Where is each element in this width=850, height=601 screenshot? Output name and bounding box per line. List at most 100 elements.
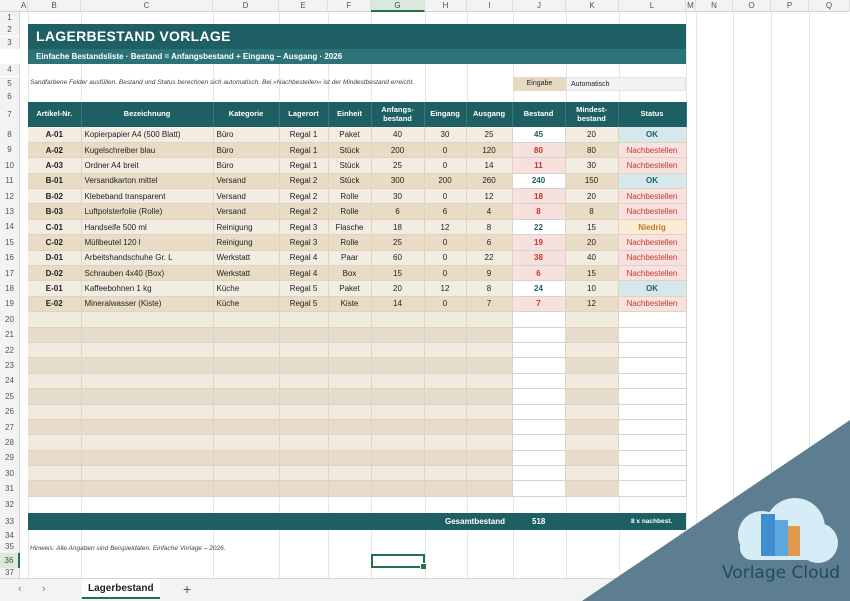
empty-cell[interactable] xyxy=(328,388,372,405)
cell-anf[interactable]: 40 xyxy=(371,127,425,143)
cell-best[interactable]: 11 xyxy=(512,157,566,174)
cell-kat[interactable]: Versand xyxy=(213,173,280,190)
empty-cell[interactable] xyxy=(213,373,280,390)
empty-cell[interactable] xyxy=(371,342,425,359)
empty-cell[interactable] xyxy=(28,465,82,482)
empty-cell[interactable] xyxy=(618,419,687,436)
cell-name[interactable]: Kugelschreiber blau xyxy=(81,142,214,159)
tab-lagerbestand[interactable]: Lagerbestand xyxy=(82,579,160,599)
cell-best[interactable]: 24 xyxy=(512,280,566,297)
row-header-4[interactable]: 4 xyxy=(0,64,20,76)
empty-cell[interactable] xyxy=(466,342,513,359)
empty-cell[interactable] xyxy=(328,419,372,436)
row-header-23[interactable]: 23 xyxy=(0,358,20,374)
empty-cell[interactable] xyxy=(466,327,513,343)
cell-anf[interactable]: 25 xyxy=(371,234,425,251)
empty-cell[interactable] xyxy=(512,465,566,482)
cell-status[interactable]: Nachbestellen xyxy=(618,142,687,159)
cell-anf[interactable]: 25 xyxy=(371,157,425,174)
empty-cell[interactable] xyxy=(213,404,280,420)
empty-cell[interactable] xyxy=(81,434,214,451)
row-header-7[interactable]: 7 xyxy=(0,102,20,127)
cell-anf[interactable]: 30 xyxy=(371,188,425,205)
row-header-21[interactable]: 21 xyxy=(0,327,20,343)
empty-cell[interactable] xyxy=(618,480,687,497)
cell-best[interactable]: 8 xyxy=(512,203,566,220)
empty-cell[interactable] xyxy=(424,450,467,467)
empty-cell[interactable] xyxy=(279,480,329,497)
active-cell-cursor[interactable] xyxy=(371,554,427,570)
empty-cell[interactable] xyxy=(328,465,372,482)
empty-cell[interactable] xyxy=(466,450,513,467)
cell-einheit[interactable]: Paket xyxy=(328,280,372,297)
column-header-c[interactable]: C xyxy=(81,0,213,12)
cell-anf[interactable]: 20 xyxy=(371,280,425,297)
empty-cell[interactable] xyxy=(279,404,329,420)
empty-cell[interactable] xyxy=(565,419,619,436)
column-header-d[interactable]: D xyxy=(213,0,279,12)
empty-cell[interactable] xyxy=(328,357,372,374)
cell-anf[interactable]: 200 xyxy=(371,142,425,159)
cell-ein[interactable]: 30 xyxy=(424,127,467,143)
empty-cell[interactable] xyxy=(81,327,214,343)
cell-einheit[interactable]: Stück xyxy=(328,157,372,174)
empty-cell[interactable] xyxy=(328,480,372,497)
empty-cell[interactable] xyxy=(213,465,280,482)
cell-einheit[interactable]: Kiste xyxy=(328,296,372,313)
empty-cell[interactable] xyxy=(28,388,82,405)
cell-aus[interactable]: 6 xyxy=(466,234,513,251)
empty-cell[interactable] xyxy=(371,465,425,482)
cell-status[interactable]: Nachbestellen xyxy=(618,296,687,313)
empty-cell[interactable] xyxy=(279,450,329,467)
cell-min[interactable]: 8 xyxy=(565,203,619,220)
cell-status[interactable]: Nachbestellen xyxy=(618,188,687,205)
empty-cell[interactable] xyxy=(565,357,619,374)
row-header-12[interactable]: 12 xyxy=(0,188,20,204)
empty-cell[interactable] xyxy=(28,419,82,436)
empty-cell[interactable] xyxy=(512,434,566,451)
cell-aus[interactable]: 14 xyxy=(466,157,513,174)
cell-min[interactable]: 12 xyxy=(565,296,619,313)
row-header-29[interactable]: 29 xyxy=(0,450,20,466)
cell-kat[interactable]: Reinigung xyxy=(213,234,280,251)
cell-ein[interactable]: 12 xyxy=(424,219,467,236)
cell-kat[interactable]: Werkstatt xyxy=(213,265,280,282)
cell-status[interactable]: Nachbestellen xyxy=(618,203,687,220)
cell-name[interactable]: Handseife 500 ml xyxy=(81,219,214,236)
cell-nr[interactable]: A-02 xyxy=(28,142,82,159)
row-header-9[interactable]: 9 xyxy=(0,142,20,158)
empty-cell[interactable] xyxy=(512,388,566,405)
cell-min[interactable]: 30 xyxy=(565,157,619,174)
empty-cell[interactable] xyxy=(371,404,425,420)
empty-cell[interactable] xyxy=(466,480,513,497)
column-header-g[interactable]: G xyxy=(371,0,425,12)
cell-anf[interactable]: 18 xyxy=(371,219,425,236)
cell-einheit[interactable]: Rolle xyxy=(328,203,372,220)
cell-ort[interactable]: Regal 3 xyxy=(279,234,329,251)
empty-cell[interactable] xyxy=(424,465,467,482)
cell-einheit[interactable]: Rolle xyxy=(328,234,372,251)
empty-cell[interactable] xyxy=(512,342,566,359)
row-header-13[interactable]: 13 xyxy=(0,204,20,220)
empty-cell[interactable] xyxy=(213,357,280,374)
empty-cell[interactable] xyxy=(28,373,82,390)
row-header-8[interactable]: 8 xyxy=(0,127,20,143)
row-header-14[interactable]: 14 xyxy=(0,219,20,235)
cell-aus[interactable]: 4 xyxy=(466,203,513,220)
row-header-11[interactable]: 11 xyxy=(0,173,20,189)
cell-aus[interactable]: 7 xyxy=(466,296,513,313)
cell-status[interactable]: Nachbestellen xyxy=(618,250,687,267)
cell-ein[interactable]: 0 xyxy=(424,250,467,267)
cell-status[interactable]: Nachbestellen xyxy=(618,265,687,282)
cell-nr[interactable]: B-01 xyxy=(28,173,82,190)
empty-cell[interactable] xyxy=(371,419,425,436)
cell-einheit[interactable]: Flasche xyxy=(328,219,372,236)
column-header-e[interactable]: E xyxy=(279,0,328,12)
cell-name[interactable]: Luftpolsterfolie (Rolle) xyxy=(81,203,214,220)
cell-ein[interactable]: 0 xyxy=(424,265,467,282)
empty-cell[interactable] xyxy=(466,404,513,420)
empty-cell[interactable] xyxy=(28,450,82,467)
cell-ort[interactable]: Regal 4 xyxy=(279,265,329,282)
cell-min[interactable]: 15 xyxy=(565,265,619,282)
row-header-18[interactable]: 18 xyxy=(0,281,20,297)
